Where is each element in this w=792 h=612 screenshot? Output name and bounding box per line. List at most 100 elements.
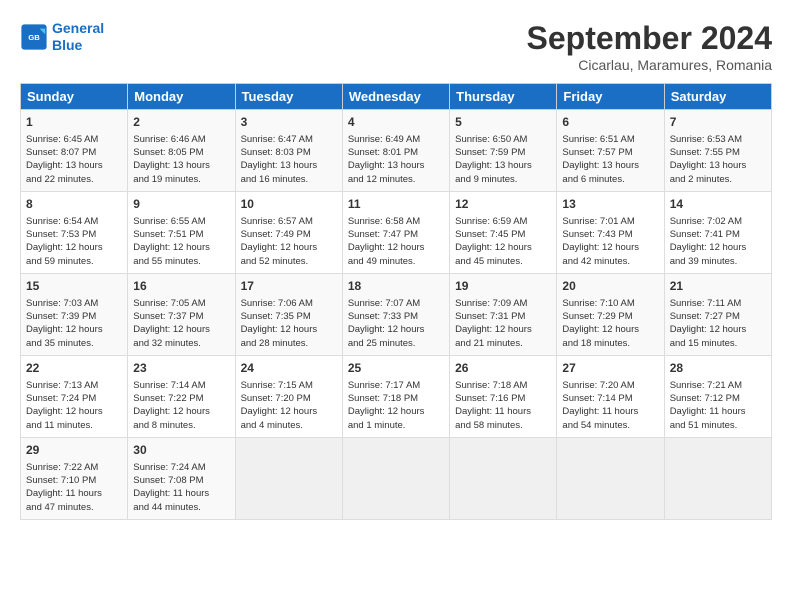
day-info: Sunrise: 7:21 AM [670,379,766,392]
table-row: 17Sunrise: 7:06 AMSunset: 7:35 PMDayligh… [235,274,342,356]
day-number: 15 [26,278,122,295]
day-info: Sunrise: 7:11 AM [670,297,766,310]
logo: GB General Blue [20,20,104,54]
day-number: 22 [26,360,122,377]
day-info: and 11 minutes. [26,419,122,432]
day-info: and 28 minutes. [241,337,337,350]
col-tuesday: Tuesday [235,84,342,110]
day-info: Sunrise: 7:06 AM [241,297,337,310]
day-info: Sunset: 7:31 PM [455,310,551,323]
day-info: Sunset: 8:05 PM [133,146,229,159]
table-row: 30Sunrise: 7:24 AMSunset: 7:08 PMDayligh… [128,438,235,520]
day-info: and 45 minutes. [455,255,551,268]
day-info: Sunset: 8:03 PM [241,146,337,159]
day-info: Sunset: 7:16 PM [455,392,551,405]
day-number: 8 [26,196,122,213]
day-number: 30 [133,442,229,459]
col-thursday: Thursday [450,84,557,110]
day-info: Daylight: 12 hours [455,241,551,254]
table-row: 3Sunrise: 6:47 AMSunset: 8:03 PMDaylight… [235,110,342,192]
day-info: and 42 minutes. [562,255,658,268]
day-info: Daylight: 11 hours [455,405,551,418]
day-info: and 6 minutes. [562,173,658,186]
table-row: 14Sunrise: 7:02 AMSunset: 7:41 PMDayligh… [664,192,771,274]
day-info: Daylight: 12 hours [133,405,229,418]
day-info: Daylight: 12 hours [133,323,229,336]
day-number: 16 [133,278,229,295]
day-info: Sunset: 7:43 PM [562,228,658,241]
day-number: 1 [26,114,122,131]
day-number: 2 [133,114,229,131]
col-wednesday: Wednesday [342,84,449,110]
table-row: 29Sunrise: 7:22 AMSunset: 7:10 PMDayligh… [21,438,128,520]
day-info: and 59 minutes. [26,255,122,268]
day-info: Daylight: 13 hours [455,159,551,172]
day-info: and 1 minute. [348,419,444,432]
day-info: Daylight: 12 hours [26,405,122,418]
day-info: and 39 minutes. [670,255,766,268]
day-info: Sunrise: 6:46 AM [133,133,229,146]
day-info: Sunrise: 6:45 AM [26,133,122,146]
day-info: and 15 minutes. [670,337,766,350]
day-info: and 25 minutes. [348,337,444,350]
title-block: September 2024 Cicarlau, Maramures, Roma… [527,20,772,73]
day-info: Sunrise: 7:09 AM [455,297,551,310]
table-row: 4Sunrise: 6:49 AMSunset: 8:01 PMDaylight… [342,110,449,192]
calendar-week-4: 22Sunrise: 7:13 AMSunset: 7:24 PMDayligh… [21,356,772,438]
day-info: Sunset: 7:18 PM [348,392,444,405]
day-info: Daylight: 12 hours [241,405,337,418]
day-number: 6 [562,114,658,131]
day-info: Sunset: 7:57 PM [562,146,658,159]
day-info: Daylight: 12 hours [26,323,122,336]
day-number: 25 [348,360,444,377]
day-info: Sunset: 7:51 PM [133,228,229,241]
day-number: 7 [670,114,766,131]
table-row: 5 Sunrise: 6:50 AMSunset: 7:59 PMDaylight… [450,110,557,192]
location: Cicarlau, Maramures, Romania [527,57,772,73]
day-info: Sunrise: 6:51 AM [562,133,658,146]
day-number: 14 [670,196,766,213]
day-info: Sunrise: 7:07 AM [348,297,444,310]
day-info: Sunrise: 7:18 AM [455,379,551,392]
day-info: Sunrise: 7:24 AM [133,461,229,474]
day-info: Sunset: 8:07 PM [26,146,122,159]
day-number: 24 [241,360,337,377]
table-row: 24Sunrise: 7:15 AMSunset: 7:20 PMDayligh… [235,356,342,438]
logo-icon: GB [20,23,48,51]
day-info: and 55 minutes. [133,255,229,268]
day-info: and 21 minutes. [455,337,551,350]
table-row [450,438,557,520]
table-row [342,438,449,520]
table-row: 23Sunrise: 7:14 AMSunset: 7:22 PMDayligh… [128,356,235,438]
day-info: Daylight: 12 hours [670,323,766,336]
day-info: Sunset: 8:01 PM [348,146,444,159]
day-info: Daylight: 13 hours [241,159,337,172]
day-info: Daylight: 11 hours [562,405,658,418]
day-info: Sunset: 7:59 PM [455,146,551,159]
day-number: 9 [133,196,229,213]
day-info: Sunset: 7:35 PM [241,310,337,323]
col-friday: Friday [557,84,664,110]
table-row: 2Sunrise: 6:46 AMSunset: 8:05 PMDaylight… [128,110,235,192]
day-info: Sunrise: 6:53 AM [670,133,766,146]
table-row: 21Sunrise: 7:11 AMSunset: 7:27 PMDayligh… [664,274,771,356]
calendar-week-2: 8Sunrise: 6:54 AMSunset: 7:53 PMDaylight… [21,192,772,274]
table-row: 1Sunrise: 6:45 AMSunset: 8:07 PMDaylight… [21,110,128,192]
calendar-week-3: 15Sunrise: 7:03 AMSunset: 7:39 PMDayligh… [21,274,772,356]
day-info: and 44 minutes. [133,501,229,514]
day-info: Sunset: 7:24 PM [26,392,122,405]
table-row: 18Sunrise: 7:07 AMSunset: 7:33 PMDayligh… [342,274,449,356]
day-info: Sunset: 7:12 PM [670,392,766,405]
table-row: 6Sunrise: 6:51 AMSunset: 7:57 PMDaylight… [557,110,664,192]
day-info: Sunrise: 6:50 AM [455,133,551,146]
table-row: 22Sunrise: 7:13 AMSunset: 7:24 PMDayligh… [21,356,128,438]
day-info: Sunset: 7:41 PM [670,228,766,241]
table-row: 12Sunrise: 6:59 AMSunset: 7:45 PMDayligh… [450,192,557,274]
table-row: 20Sunrise: 7:10 AMSunset: 7:29 PMDayligh… [557,274,664,356]
day-info: Sunrise: 7:05 AM [133,297,229,310]
day-number: 3 [241,114,337,131]
col-saturday: Saturday [664,84,771,110]
day-info: and 47 minutes. [26,501,122,514]
day-number: 5 [455,114,551,131]
day-info: and 54 minutes. [562,419,658,432]
